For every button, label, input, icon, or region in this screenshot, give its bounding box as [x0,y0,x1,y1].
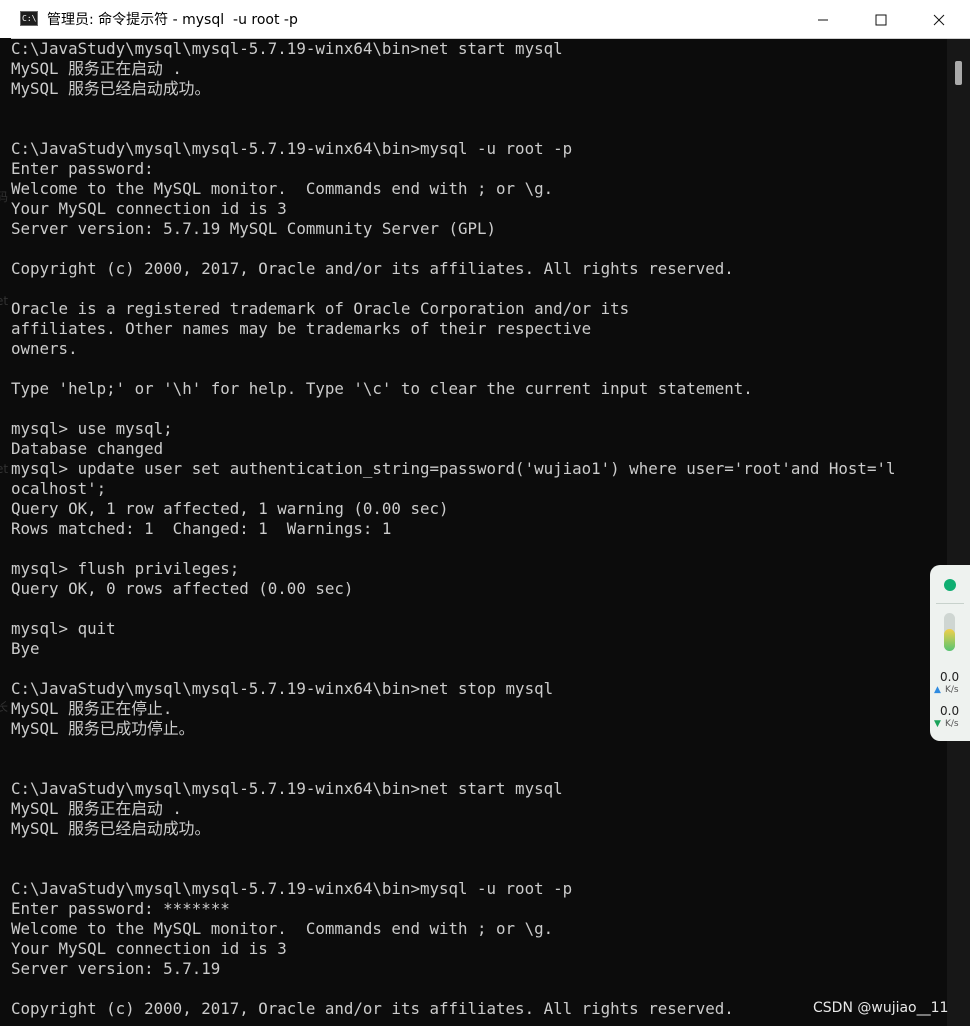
console-line: mysql> use mysql; [11,419,173,438]
bg-fragment: 长 [0,700,9,714]
console-line: Query OK, 0 rows affected (0.00 sec) [11,579,354,598]
console-line: Welcome to the MySQL monitor. Commands e… [11,919,554,938]
console-line: mysql> flush privileges; [11,559,240,578]
close-icon [933,14,945,25]
title-bar[interactable]: C:\ 管理员: 命令提示符 - mysql -u root -p [0,0,970,39]
bg-fragment: et [0,462,9,476]
console-output[interactable]: C:\JavaStudy\mysql\mysql-5.7.19-winx64\b… [11,39,947,1026]
console-line: C:\JavaStudy\mysql\mysql-5.7.19-winx64\b… [11,679,554,698]
console-line: MySQL 服务正在停止. [11,699,173,718]
console-line: Type 'help;' or '\h' for help. Type '\c'… [11,379,753,398]
minimize-button[interactable] [794,0,852,38]
cmd-app-icon[interactable]: C:\ [20,11,38,26]
maximize-icon [875,14,887,25]
upload-speed-unit: K/s [945,685,959,695]
status-dot-icon [944,579,956,591]
download-arrow-icon: ▼ [934,719,941,729]
console-line: Database changed [11,439,164,458]
widget-divider [936,603,964,604]
console-line: Rows matched: 1 Changed: 1 Warnings: 1 [11,519,392,538]
scrollbar-thumb[interactable] [955,61,962,85]
console-line: C:\JavaStudy\mysql\mysql-5.7.19-winx64\b… [11,39,563,58]
console-line: MySQL 服务已成功停止。 [11,719,195,738]
console-line: Your MySQL connection id is 3 [11,939,287,958]
console-line: MySQL 服务已经启动成功。 [11,79,211,98]
console-line: Enter password: ******* [11,899,230,918]
usage-meter-fill [944,629,955,651]
console-line: C:\JavaStudy\mysql\mysql-5.7.19-winx64\b… [11,139,573,158]
console-line: Bye [11,639,40,658]
console-line: Query OK, 1 row affected, 1 warning (0.0… [11,499,449,518]
maximize-button[interactable] [852,0,910,38]
close-button[interactable] [910,0,968,38]
bg-fragment: 码 [0,190,9,204]
console-line: MySQL 服务已经启动成功。 [11,819,211,838]
console-line: ocalhost'; [11,479,107,498]
console-line: MySQL 服务正在启动 . [11,799,182,818]
download-speed-unit: K/s [945,719,959,729]
console-line: Oracle is a registered trademark of Orac… [11,299,630,318]
console-line: mysql> update user set authentication_st… [11,459,896,478]
minimize-icon [818,19,828,20]
console-line: Your MySQL connection id is 3 [11,199,287,218]
console-line: Copyright (c) 2000, 2017, Oracle and/or … [11,259,734,278]
console-line: Server version: 5.7.19 [11,959,221,978]
console-line: Server version: 5.7.19 MySQL Community S… [11,219,497,238]
upload-arrow-icon: ▲ [934,685,941,695]
console-line: C:\JavaStudy\mysql\mysql-5.7.19-winx64\b… [11,779,563,798]
console-line: Welcome to the MySQL monitor. Commands e… [11,179,554,198]
download-speed-value: 0.0 [940,704,960,718]
vertical-scrollbar[interactable] [947,39,970,1026]
bg-fragment: et [0,294,9,308]
console-line: MySQL 服务正在启动 . [11,59,182,78]
console-line: Copyright (c) 2000, 2017, Oracle and/or … [11,999,734,1018]
window-title: 管理员: 命令提示符 - mysql -u root -p [47,12,298,28]
upload-speed-value: 0.0 [940,670,960,684]
network-speed-widget[interactable]: 0.0 ▲ K/s 0.0 ▼ K/s [930,565,970,741]
csdn-watermark: CSDN @wujiao__11 [813,1000,949,1016]
console-line: affiliates. Other names may be trademark… [11,319,592,338]
console-line: Enter password: [11,159,154,178]
console-line: mysql> quit [11,619,116,638]
background-window-strip: 数 码 et et 长 动 [0,38,11,858]
console-line: owners. [11,339,78,358]
console-line: C:\JavaStudy\mysql\mysql-5.7.19-winx64\b… [11,879,573,898]
